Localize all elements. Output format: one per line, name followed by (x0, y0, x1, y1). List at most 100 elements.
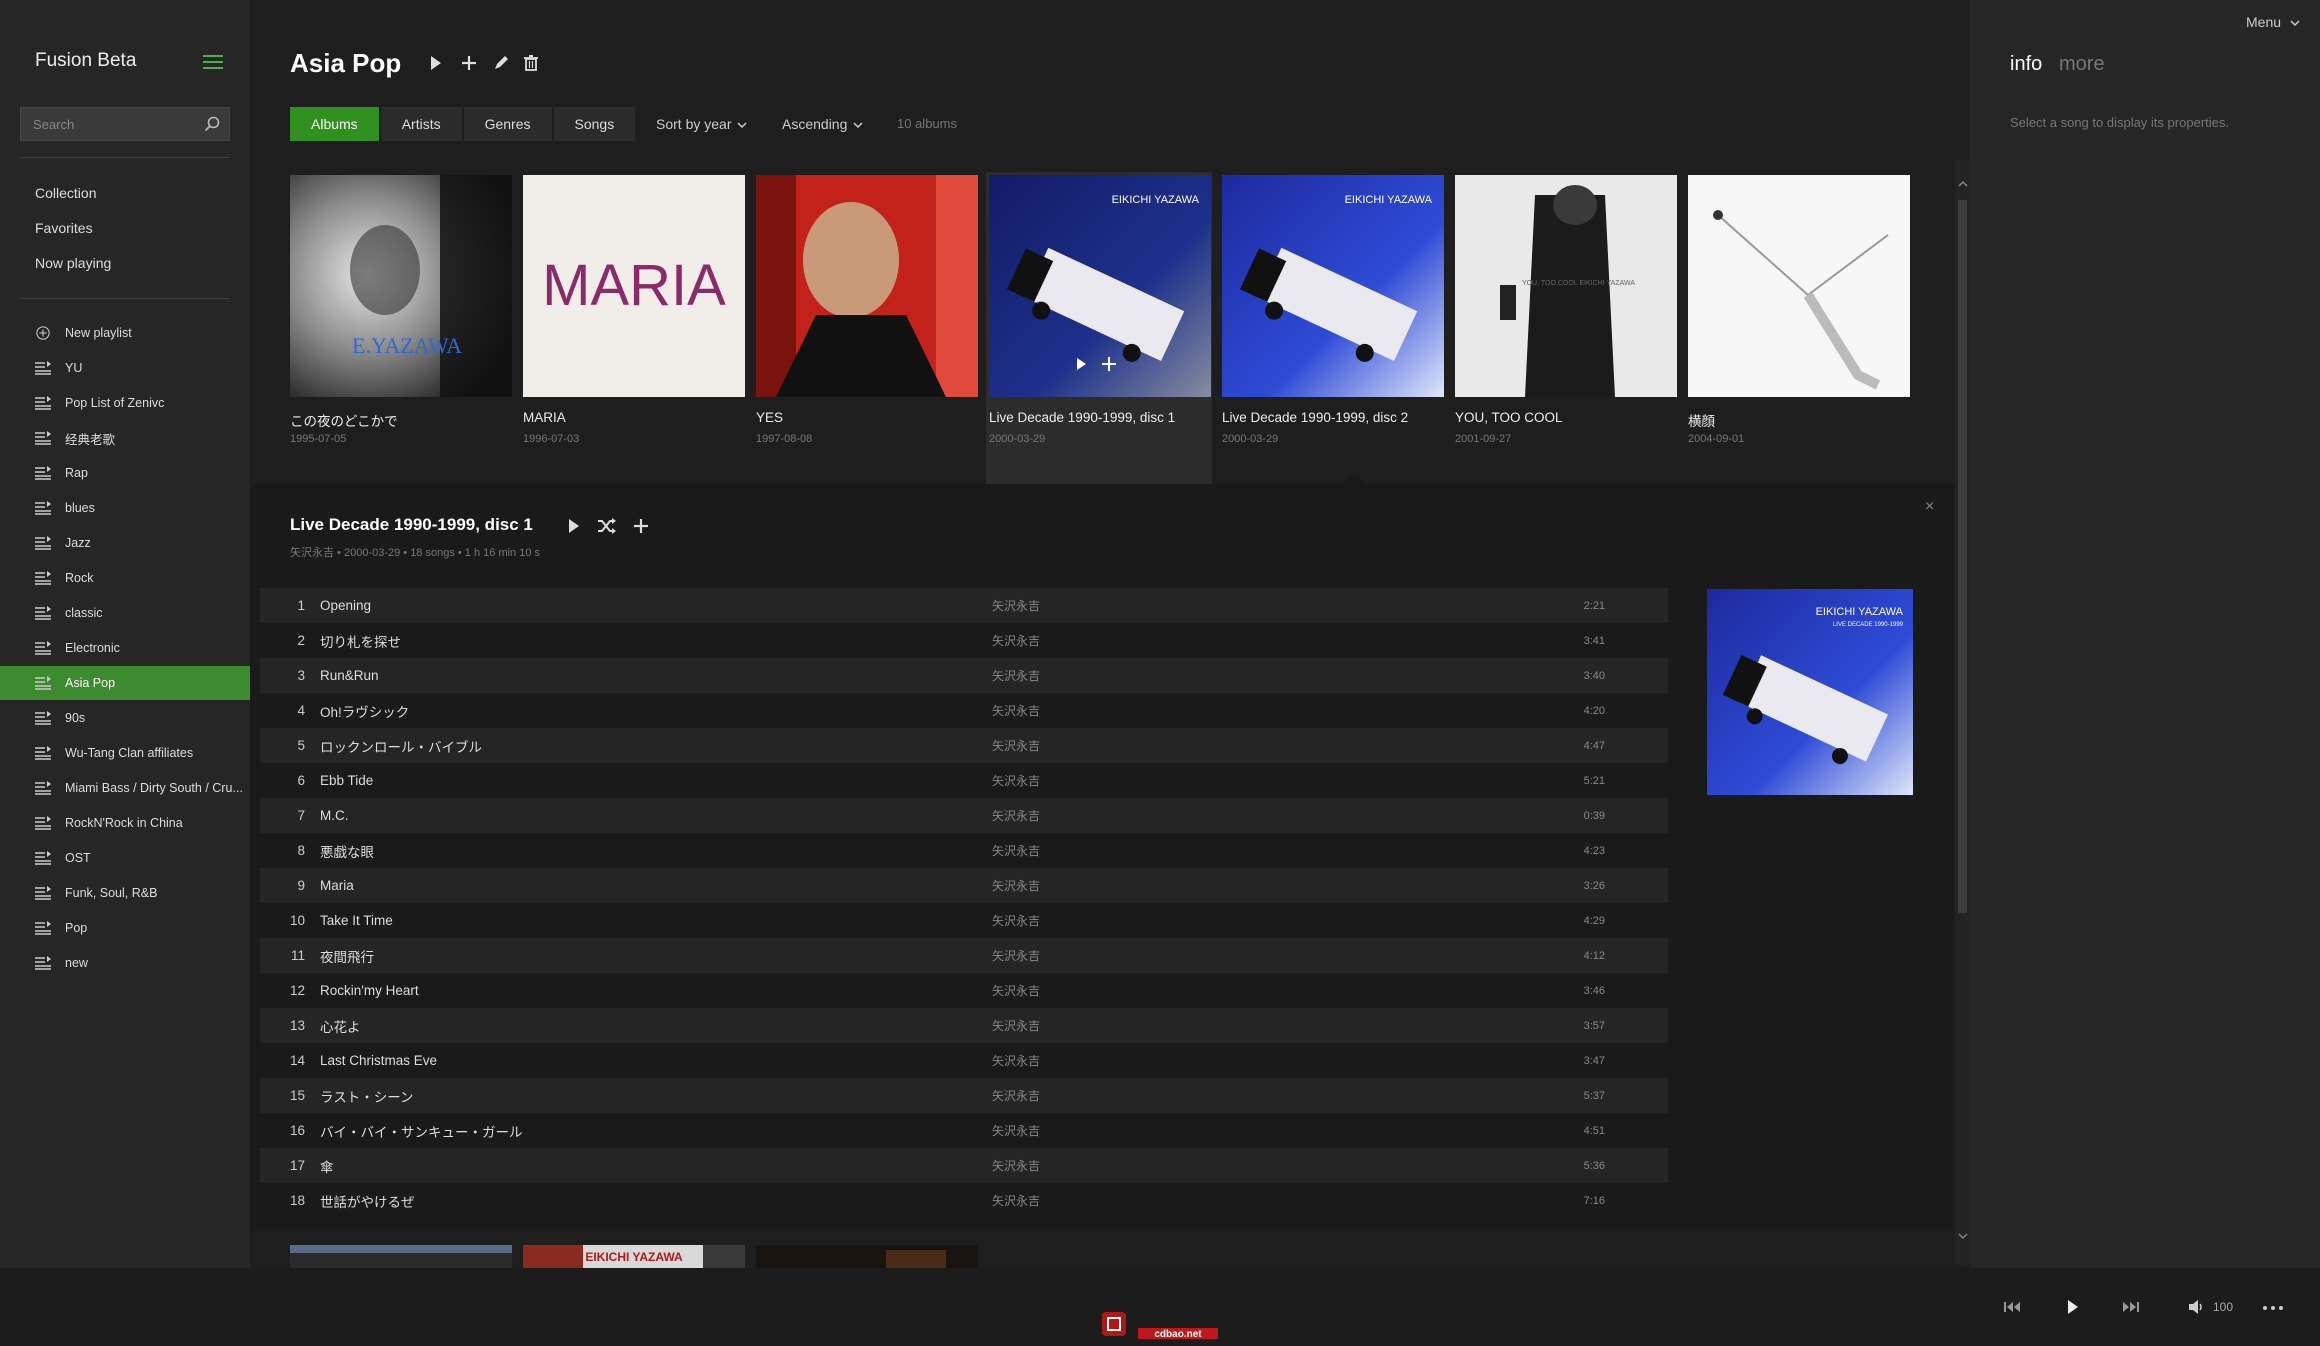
edit-icon[interactable] (490, 52, 512, 74)
order-dropdown[interactable]: Ascending (782, 107, 863, 141)
sidebar-playlist-item[interactable]: Rock (0, 561, 250, 595)
nav-collection[interactable]: Collection (35, 185, 96, 201)
track-row[interactable]: 8 悪戯な眼 矢沢永吉 4:23 (260, 833, 1668, 868)
track-row[interactable]: 17 傘 矢沢永吉 5:36 (260, 1148, 1668, 1183)
track-number: 8 (297, 843, 305, 858)
album-date: 2000-03-29 (989, 433, 1046, 445)
album-card[interactable]: E.YAZAWA この夜のどこかで 1995-07-05 (287, 172, 513, 484)
play-icon[interactable] (562, 515, 584, 537)
sidebar-playlist-item[interactable]: RockN'Rock in China (0, 806, 250, 840)
next-icon[interactable] (2120, 1297, 2142, 1317)
hamburger-icon[interactable] (203, 55, 223, 69)
album-card[interactable]: 横顔 2004-09-01 (1685, 172, 1911, 484)
playlist-icon (35, 396, 51, 410)
sidebar-playlist-item[interactable]: new (0, 946, 250, 980)
album-add-icon[interactable] (1101, 356, 1117, 372)
playlist-label: Jazz (65, 536, 91, 550)
sidebar-playlist-item[interactable]: Miami Bass / Dirty South / Cru... (0, 771, 250, 805)
track-row[interactable]: 16 バイ・バイ・サンキュー・ガール 矢沢永吉 4:51 (260, 1113, 1668, 1148)
album-play-icon[interactable] (1073, 356, 1089, 372)
shuffle-icon[interactable] (595, 515, 617, 537)
track-row[interactable]: 4 Oh!ラヴシック 矢沢永吉 4:20 (260, 693, 1668, 728)
add-icon[interactable] (458, 52, 480, 74)
menu-button[interactable]: Menu (2246, 14, 2300, 30)
sidebar-playlist-item[interactable]: Wu-Tang Clan affiliates (0, 736, 250, 770)
nav-favorites[interactable]: Favorites (35, 220, 93, 236)
search-input[interactable] (21, 108, 196, 140)
tab-albums[interactable]: Albums (290, 107, 379, 141)
sidebar-playlist-item[interactable]: 经典老歌 (0, 421, 250, 455)
tab-info[interactable]: info (2010, 53, 2042, 76)
track-row[interactable]: 7 M.C. 矢沢永吉 0:39 (260, 798, 1668, 833)
tab-songs[interactable]: Songs (553, 107, 636, 141)
track-row[interactable]: 3 Run&Run 矢沢永吉 3:40 (260, 658, 1668, 693)
album-title: Live Decade 1990-1999, disc 1 (989, 410, 1176, 425)
track-row[interactable]: 18 世話がやけるぜ 矢沢永吉 7:16 (260, 1183, 1668, 1218)
sort-label: Sort by year (656, 116, 732, 132)
sidebar-playlist-item[interactable]: Asia Pop (0, 666, 250, 700)
scroll-down-icon[interactable] (1957, 1230, 1969, 1242)
track-duration: 4:29 (1583, 914, 1605, 927)
album-card-partial[interactable] (756, 1245, 978, 1268)
sidebar-playlist-item[interactable]: classic (0, 596, 250, 630)
track-row[interactable]: 1 Opening 矢沢永吉 2:21 (260, 588, 1668, 623)
previous-icon[interactable] (2001, 1297, 2023, 1317)
track-row[interactable]: 5 ロックンロール・バイブル 矢沢永吉 4:47 (260, 728, 1668, 763)
new-playlist-button[interactable]: New playlist (0, 316, 250, 350)
track-row[interactable]: 11 夜間飛行 矢沢永吉 4:12 (260, 938, 1668, 973)
track-duration: 4:51 (1583, 1124, 1605, 1137)
album-card-partial[interactable]: EIKICHI YAZAWA (523, 1245, 745, 1268)
nav-now-playing[interactable]: Now playing (35, 255, 111, 271)
track-row[interactable]: 9 Maria 矢沢永吉 3:26 (260, 868, 1668, 903)
sidebar-playlist-item[interactable]: blues (0, 491, 250, 525)
close-button[interactable]: × (1925, 498, 1934, 516)
sidebar-playlist-item[interactable]: YU (0, 351, 250, 385)
track-title: 傘 (320, 1159, 334, 1175)
sidebar-playlist-item[interactable]: Pop List of Zenivc (0, 386, 250, 420)
album-card[interactable]: EIKICHI YAZAWA Live Decade 1990-1999, di… (1219, 172, 1445, 484)
sidebar-playlist-item[interactable]: Electronic (0, 631, 250, 665)
track-row[interactable]: 6 Ebb Tide 矢沢永吉 5:21 (260, 763, 1668, 798)
cover-text: YOU, TOO COOL EIKICHI YAZAWA (1522, 280, 1635, 287)
play-icon[interactable] (424, 52, 446, 74)
play-icon[interactable] (2061, 1297, 2083, 1317)
sidebar-playlist-item[interactable]: Jazz (0, 526, 250, 560)
album-card[interactable]: YOU, TOO COOL EIKICHI YAZAWA YOU, TOO CO… (1452, 172, 1678, 484)
more-icon[interactable] (2263, 1306, 2283, 1310)
track-row[interactable]: 13 心花よ 矢沢永吉 3:57 (260, 1008, 1668, 1043)
playlist-label: YU (65, 361, 83, 375)
sidebar-playlist-item[interactable]: OST (0, 841, 250, 875)
tab-genres[interactable]: Genres (463, 107, 552, 141)
sidebar-playlist-item[interactable]: Pop (0, 911, 250, 945)
track-row[interactable]: 10 Take It Time 矢沢永吉 4:29 (260, 903, 1668, 938)
tab-artists[interactable]: Artists (380, 107, 462, 141)
detail-title: Live Decade 1990-1999, disc 1 (290, 515, 533, 534)
info-hint: Select a song to display its properties. (2010, 115, 2229, 130)
scrollbar[interactable] (1955, 160, 1970, 1265)
sort-dropdown[interactable]: Sort by year (656, 107, 748, 141)
playlist-label: OST (65, 851, 91, 865)
search-icon[interactable] (203, 115, 221, 133)
track-number: 17 (289, 1158, 305, 1173)
track-duration: 3:40 (1583, 669, 1605, 682)
volume-icon[interactable] (2186, 1297, 2208, 1317)
scroll-up-icon[interactable] (1957, 178, 1969, 190)
track-row[interactable]: 14 Last Christmas Eve 矢沢永吉 3:47 (260, 1043, 1668, 1078)
cover-text: MARIA (542, 253, 726, 318)
playlist-icon (35, 746, 51, 760)
track-row[interactable]: 2 切り札を探せ 矢沢永吉 3:41 (260, 623, 1668, 658)
add-icon[interactable] (630, 515, 652, 537)
album-card-selected[interactable]: EIKICHI YAZAWA Live Decade 1990-1999, di… (986, 172, 1212, 484)
album-card[interactable]: YES 1997-08-08 (753, 172, 979, 484)
sidebar-playlist-item[interactable]: Rap (0, 456, 250, 490)
track-row[interactable]: 12 Rockin'my Heart 矢沢永吉 3:46 (260, 973, 1668, 1008)
app-title: Fusion Beta (35, 50, 137, 71)
album-card-partial[interactable] (290, 1245, 512, 1268)
sidebar-playlist-item[interactable]: 90s (0, 701, 250, 735)
tab-more[interactable]: more (2059, 53, 2105, 76)
sidebar-playlist-item[interactable]: Funk, Soul, R&B (0, 876, 250, 910)
scroll-thumb[interactable] (1958, 200, 1967, 913)
delete-icon[interactable] (520, 52, 542, 74)
track-row[interactable]: 15 ラスト・シーン 矢沢永吉 5:37 (260, 1078, 1668, 1113)
album-card[interactable]: MARIA MARIA 1996-07-03 (520, 172, 746, 484)
